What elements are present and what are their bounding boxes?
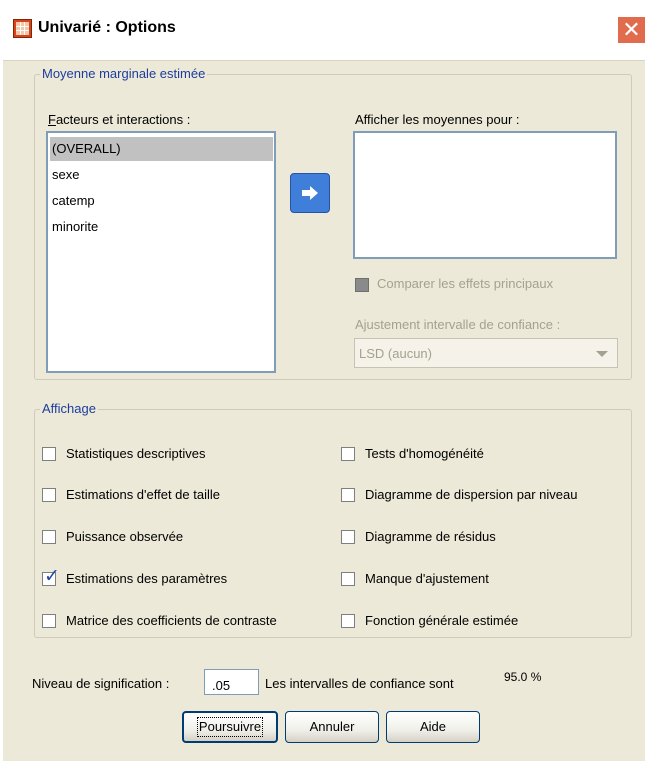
display-group-legend: Affichage [40, 401, 98, 416]
display-group [34, 409, 632, 638]
spread-level-plot-checkbox[interactable] [341, 488, 355, 502]
title-bar[interactable]: Univarié : Options ✕ [0, 0, 645, 61]
parameter-estimates-label: Estimations des paramètres [66, 571, 228, 586]
list-item[interactable]: catemp [50, 189, 95, 213]
ci-adjust-select[interactable]: LSD (aucun) [354, 338, 618, 368]
factors-label-text: acteurs et interactions : [55, 112, 191, 127]
ci-value: 95.0 % [504, 670, 542, 684]
compare-main-effects-checkbox[interactable] [355, 278, 369, 292]
general-estimable-function-checkbox[interactable] [341, 614, 355, 628]
effect-size-checkbox[interactable] [42, 488, 56, 502]
lack-of-fit-checkbox[interactable] [341, 572, 355, 586]
significance-input[interactable] [204, 669, 259, 695]
contrast-matrix-checkbox[interactable] [42, 614, 56, 628]
list-item[interactable]: (OVERALL) [50, 137, 273, 161]
descriptive-stats-checkbox[interactable] [42, 447, 56, 461]
observed-power-checkbox[interactable] [42, 530, 56, 544]
close-button[interactable]: ✕ [617, 16, 645, 44]
display-means-label: Afficher les moyennes pour : [355, 112, 520, 127]
help-button[interactable]: Aide [386, 711, 480, 743]
cancel-button-label: Annuler [309, 719, 355, 734]
continue-button[interactable]: Poursuivre [182, 711, 278, 743]
list-item[interactable]: sexe [50, 163, 79, 187]
continue-button-label: Poursuivre [196, 717, 264, 737]
chevron-down-icon [596, 351, 608, 357]
emm-group-legend: Moyenne marginale estimée [40, 66, 208, 81]
spread-level-plot-label: Diagramme de dispersion par niveau [365, 487, 578, 502]
residual-plot-checkbox[interactable] [341, 530, 355, 544]
general-estimable-function-label: Fonction générale estimée [365, 613, 519, 628]
list-item[interactable]: minorite [50, 215, 98, 239]
effect-size-label: Estimations d'effet de taille [66, 487, 220, 502]
compare-main-effects-label: Comparer les effets principaux [377, 276, 554, 291]
residual-plot-label: Diagramme de résidus [365, 529, 496, 544]
parameter-estimates-checkbox[interactable]: ✓ [42, 567, 60, 587]
spss-grid-icon [13, 19, 32, 38]
cancel-button[interactable]: Annuler [285, 711, 379, 743]
factors-listbox[interactable]: (OVERALL) sexe catemp minorite [46, 131, 276, 373]
display-means-listbox[interactable] [353, 131, 617, 259]
significance-label: Niveau de signification : [32, 676, 170, 691]
ci-text: Les intervalles de confiance sont [265, 676, 454, 691]
homogeneity-tests-label: Tests d'homogénéité [365, 446, 484, 461]
arrow-right-icon [302, 186, 318, 200]
help-button-label: Aide [419, 719, 447, 734]
contrast-matrix-label: Matrice des coefficients de contraste [66, 613, 277, 628]
descriptive-stats-label: Statistiques descriptives [66, 446, 206, 461]
move-right-button[interactable] [290, 173, 330, 213]
window-frame-left [0, 60, 3, 761]
factors-label: Facteurs et interactions : [48, 112, 191, 127]
checkmark-icon: ✓ [44, 566, 60, 587]
ci-adjust-value: LSD (aucun) [359, 346, 432, 361]
observed-power-label: Puissance observée [66, 529, 184, 544]
lack-of-fit-label: Manque d'ajustement [365, 571, 489, 586]
homogeneity-tests-checkbox[interactable] [341, 447, 355, 461]
window-title: Univarié : Options [38, 19, 176, 36]
ci-adjust-label: Ajustement intervalle de confiance : [355, 317, 561, 332]
